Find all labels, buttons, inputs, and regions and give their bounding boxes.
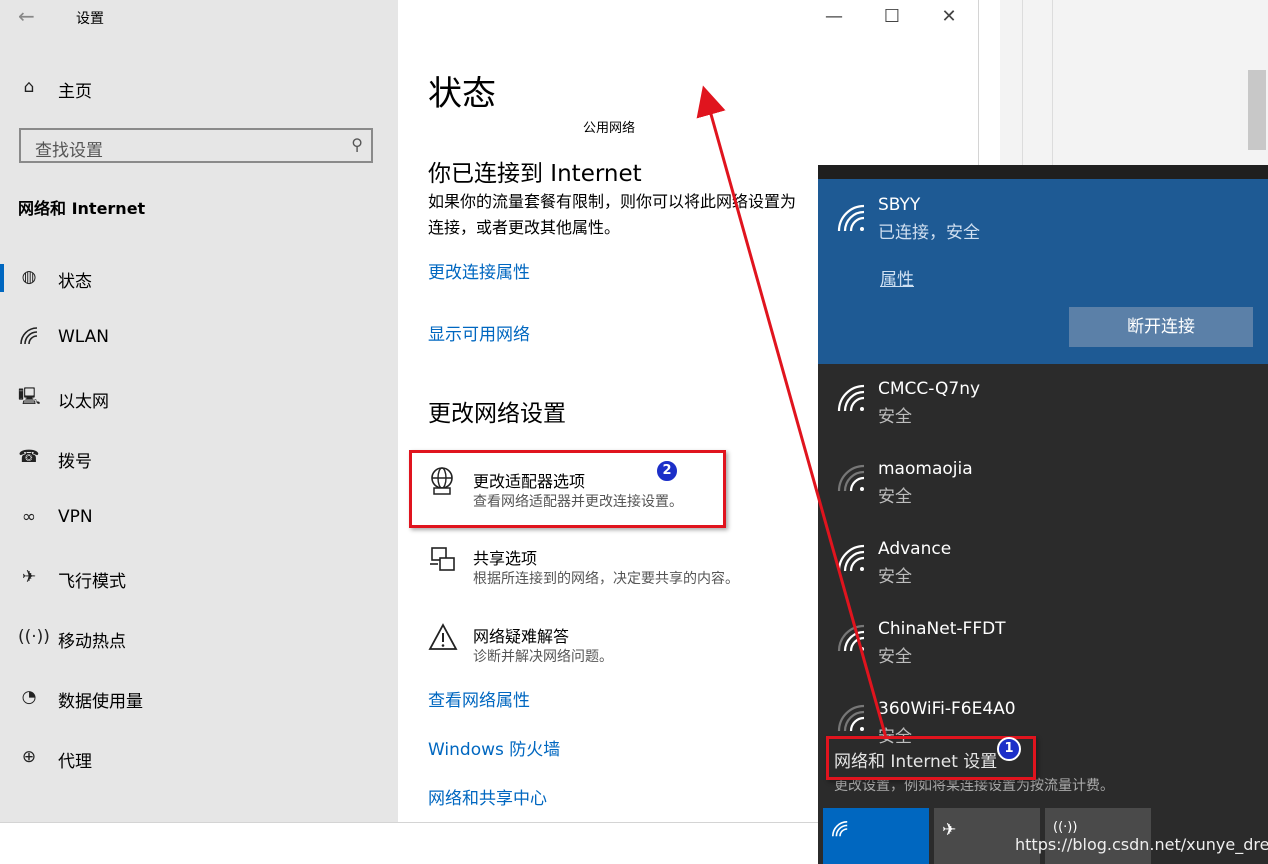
annotation-arrow — [696, 85, 888, 739]
watermark: https://blog.csdn.net/xunye_dream — [1015, 835, 1268, 854]
